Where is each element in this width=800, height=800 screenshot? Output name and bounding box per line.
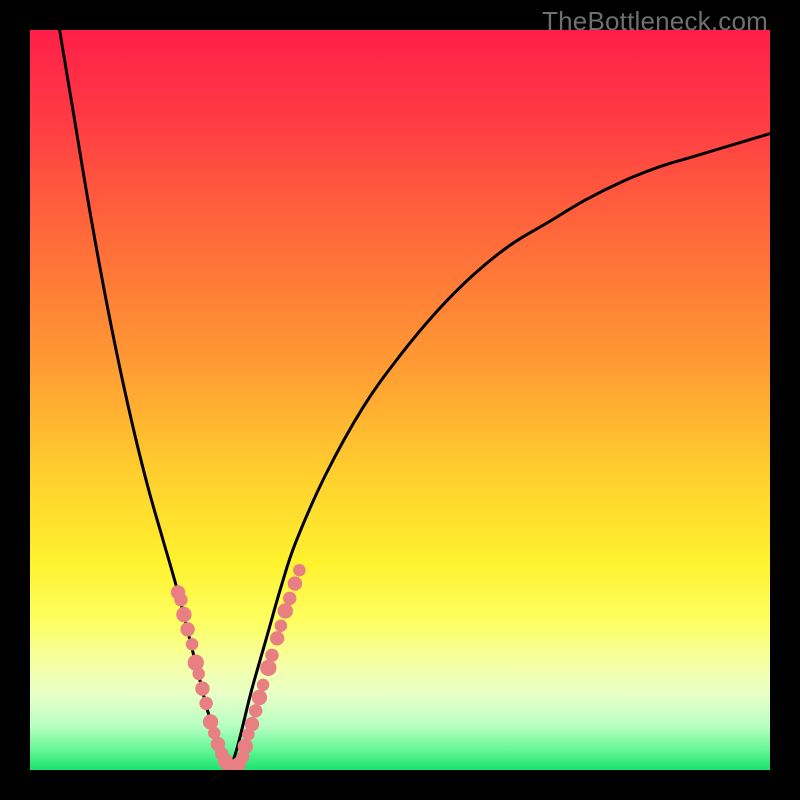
curves-layer	[30, 30, 770, 770]
data-marker	[275, 619, 287, 631]
data-marker	[174, 593, 187, 606]
chart-frame: TheBottleneck.com	[0, 0, 800, 800]
data-marker	[293, 564, 305, 576]
data-marker	[252, 690, 267, 705]
data-marker	[260, 660, 276, 676]
data-marker	[283, 592, 296, 605]
data-marker	[245, 717, 259, 731]
data-marker	[186, 638, 198, 650]
data-marker	[192, 668, 204, 680]
data-marker	[270, 631, 284, 645]
right-curve	[230, 134, 770, 770]
left-curve	[60, 30, 230, 770]
data-marker	[265, 649, 278, 662]
data-marker	[195, 681, 209, 695]
plot-area	[30, 30, 770, 770]
data-marker	[257, 679, 269, 691]
data-marker	[180, 622, 194, 636]
data-marker	[176, 607, 191, 622]
data-marker	[278, 603, 293, 618]
data-marker	[249, 704, 262, 717]
data-marker	[199, 697, 212, 710]
data-marker	[238, 739, 253, 754]
data-marker	[288, 576, 302, 590]
